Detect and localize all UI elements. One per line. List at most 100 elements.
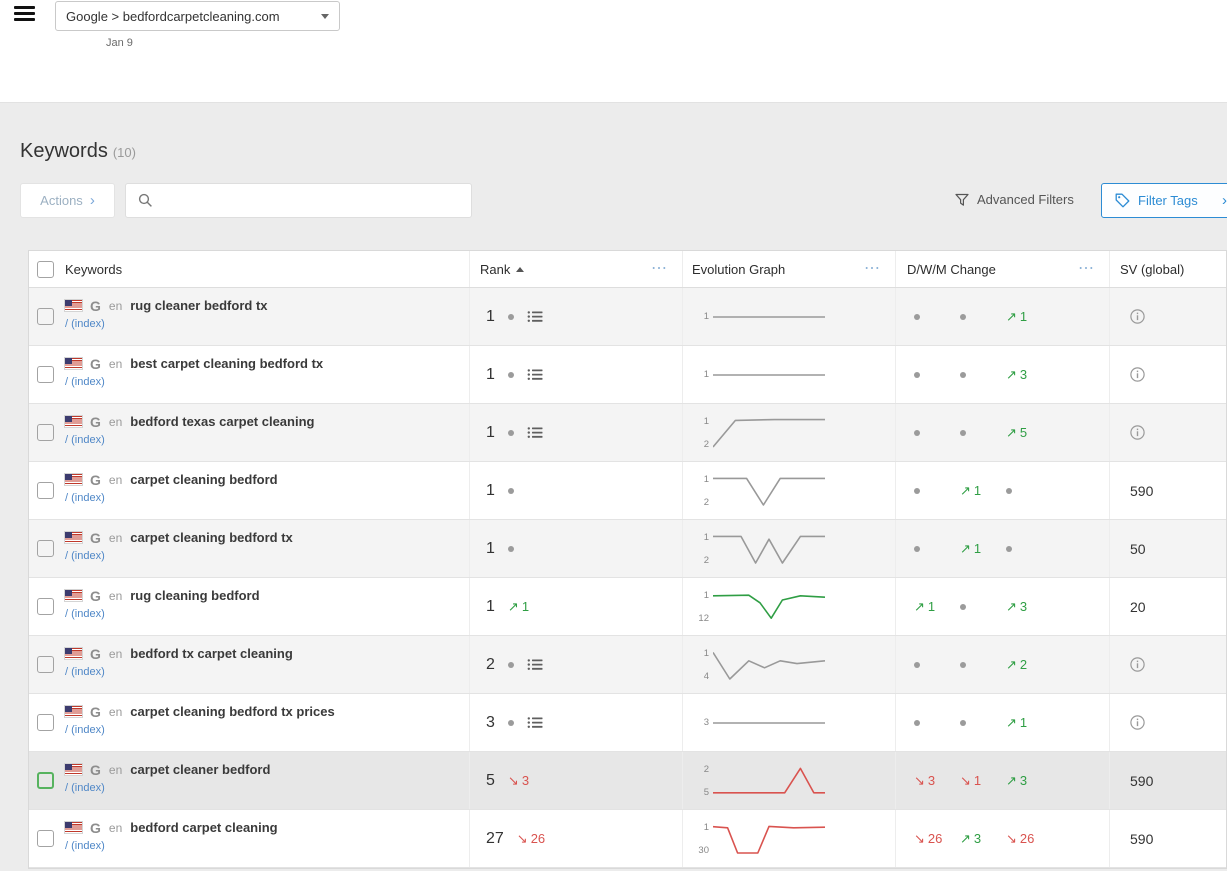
col-header-dwm[interactable]: D/W/M Change [907,262,996,277]
change-value: 26 [928,831,942,846]
rank-change: ↘26 [517,831,545,847]
table-row[interactable]: Gencarpet cleaning bedford tx prices/ (i… [29,694,1226,752]
keyword-url[interactable]: / (index) [65,492,105,504]
col-header-evolution[interactable]: Evolution Graph [692,262,785,277]
keyword-text: bedford carpet cleaning [130,820,277,835]
language-label: en [109,647,122,661]
dwm-change: ↗1 [960,483,981,499]
keyword-text: carpet cleaning bedford tx prices [130,704,334,719]
rank-value: 2 [486,656,495,674]
serp-features-icon [527,368,543,381]
filter-tags-button[interactable]: Filter Tags [1101,183,1227,218]
row-checkbox[interactable] [37,656,54,673]
change-value: 1 [928,599,935,614]
rank-value: 1 [486,424,495,442]
dwm-change: ↗3 [1006,773,1027,789]
table-row[interactable]: Gencarpet cleaner bedford/ (index)5↘325↘… [29,752,1226,810]
keyword-url[interactable]: / (index) [65,666,105,678]
change-arrow-icon: ↘ [914,773,925,789]
actions-button[interactable]: Actions [20,183,115,218]
col-header-keywords[interactable]: Keywords [65,262,122,277]
table-row[interactable]: Gencarpet cleaning bedford/ (index)112↗1… [29,462,1226,520]
dwm-change: ↗3 [1006,367,1027,383]
keyword-url[interactable]: / (index) [65,434,105,446]
keyword-url[interactable]: / (index) [65,608,105,620]
site-selector-dropdown[interactable]: Google > bedfordcarpetcleaning.com [55,1,340,31]
info-icon [1130,715,1145,730]
row-checkbox[interactable] [37,366,54,383]
row-checkbox[interactable] [37,714,54,731]
dwm-change: ↗3 [960,831,981,847]
table-row[interactable]: Genbest carpet cleaning bedford tx/ (ind… [29,346,1226,404]
table-header: Keywords Rank Evolution Graph D/W/M Chan… [29,251,1226,288]
menu-icon[interactable] [14,6,35,23]
chevron-right-icon [1222,193,1227,208]
keyword-url[interactable]: / (index) [65,376,105,388]
search-box[interactable] [125,183,472,218]
serp-features-icon [527,310,543,323]
table-row[interactable]: Gencarpet cleaning bedford tx/ (index)11… [29,520,1226,578]
dwm-dot [960,604,966,610]
advanced-filters-button[interactable]: Advanced Filters [955,192,1074,207]
evolution-sparkline [713,764,825,798]
table-body: Genrug cleaner bedford tx/ (index)11↗1Ge… [29,288,1226,868]
row-checkbox[interactable] [37,830,54,847]
evolution-sparkline [713,416,825,450]
keyword-url[interactable]: / (index) [65,724,105,736]
google-icon: G [90,299,101,313]
row-checkbox[interactable] [37,540,54,557]
col-header-rank[interactable]: Rank [480,262,524,277]
select-all-checkbox[interactable] [37,261,54,278]
dwm-change: ↘1 [960,773,981,789]
table-row[interactable]: Genrug cleaner bedford tx/ (index)11↗1 [29,288,1226,346]
rank-column-menu-icon[interactable] [651,265,668,273]
dwm-column-menu-icon[interactable] [1078,265,1095,273]
keyword-url[interactable]: / (index) [65,782,105,794]
search-input[interactable] [162,193,459,208]
change-value: 3 [1020,773,1027,788]
evolution-column-menu-icon[interactable] [864,265,881,273]
row-checkbox[interactable] [37,772,54,789]
change-arrow-icon: ↘ [508,773,519,789]
change-arrow-icon: ↘ [517,831,528,847]
evolution-axis-label: 2 [695,439,709,450]
dwm-change: ↘3 [914,773,935,789]
dwm-dot [914,662,920,668]
row-checkbox[interactable] [37,308,54,325]
change-value: 5 [1020,425,1027,440]
change-arrow-icon: ↗ [1006,367,1017,383]
google-icon: G [90,357,101,371]
rank-change: ↗1 [508,599,529,615]
rank-dot [508,720,514,726]
info-icon [1130,657,1145,672]
language-label: en [109,299,122,313]
language-label: en [109,357,122,371]
change-arrow-icon: ↘ [1006,831,1017,847]
keyword-text: bedford tx carpet cleaning [130,646,293,661]
row-checkbox[interactable] [37,482,54,499]
evolution-axis-label: 5 [695,787,709,798]
language-label: en [109,589,122,603]
table-row[interactable]: Genbedford texas carpet cleaning/ (index… [29,404,1226,462]
info-icon [1130,367,1145,382]
sv-value: 590 [1130,831,1153,847]
serp-features-icon [527,716,543,729]
table-row[interactable]: Genbedford carpet cleaning/ (index)27↘26… [29,810,1226,868]
dwm-dot [1006,546,1012,552]
row-checkbox[interactable] [37,424,54,441]
change-arrow-icon: ↘ [914,831,925,847]
evolution-axis-label: 4 [695,671,709,682]
keyword-url[interactable]: / (index) [65,840,105,852]
keyword-url[interactable]: / (index) [65,550,105,562]
dwm-dot [960,314,966,320]
evolution-axis-label: 3 [695,717,709,728]
change-value: 1 [1020,309,1027,324]
table-row[interactable]: Genbedford tx carpet cleaning/ (index)21… [29,636,1226,694]
dwm-dot [914,720,920,726]
table-row[interactable]: Genrug cleaning bedford/ (index)1↗1112↗1… [29,578,1226,636]
sv-value: 50 [1130,541,1146,557]
col-header-sv[interactable]: SV (global) [1120,262,1184,277]
row-checkbox[interactable] [37,598,54,615]
rank-value: 1 [486,540,495,558]
keyword-url[interactable]: / (index) [65,318,105,330]
